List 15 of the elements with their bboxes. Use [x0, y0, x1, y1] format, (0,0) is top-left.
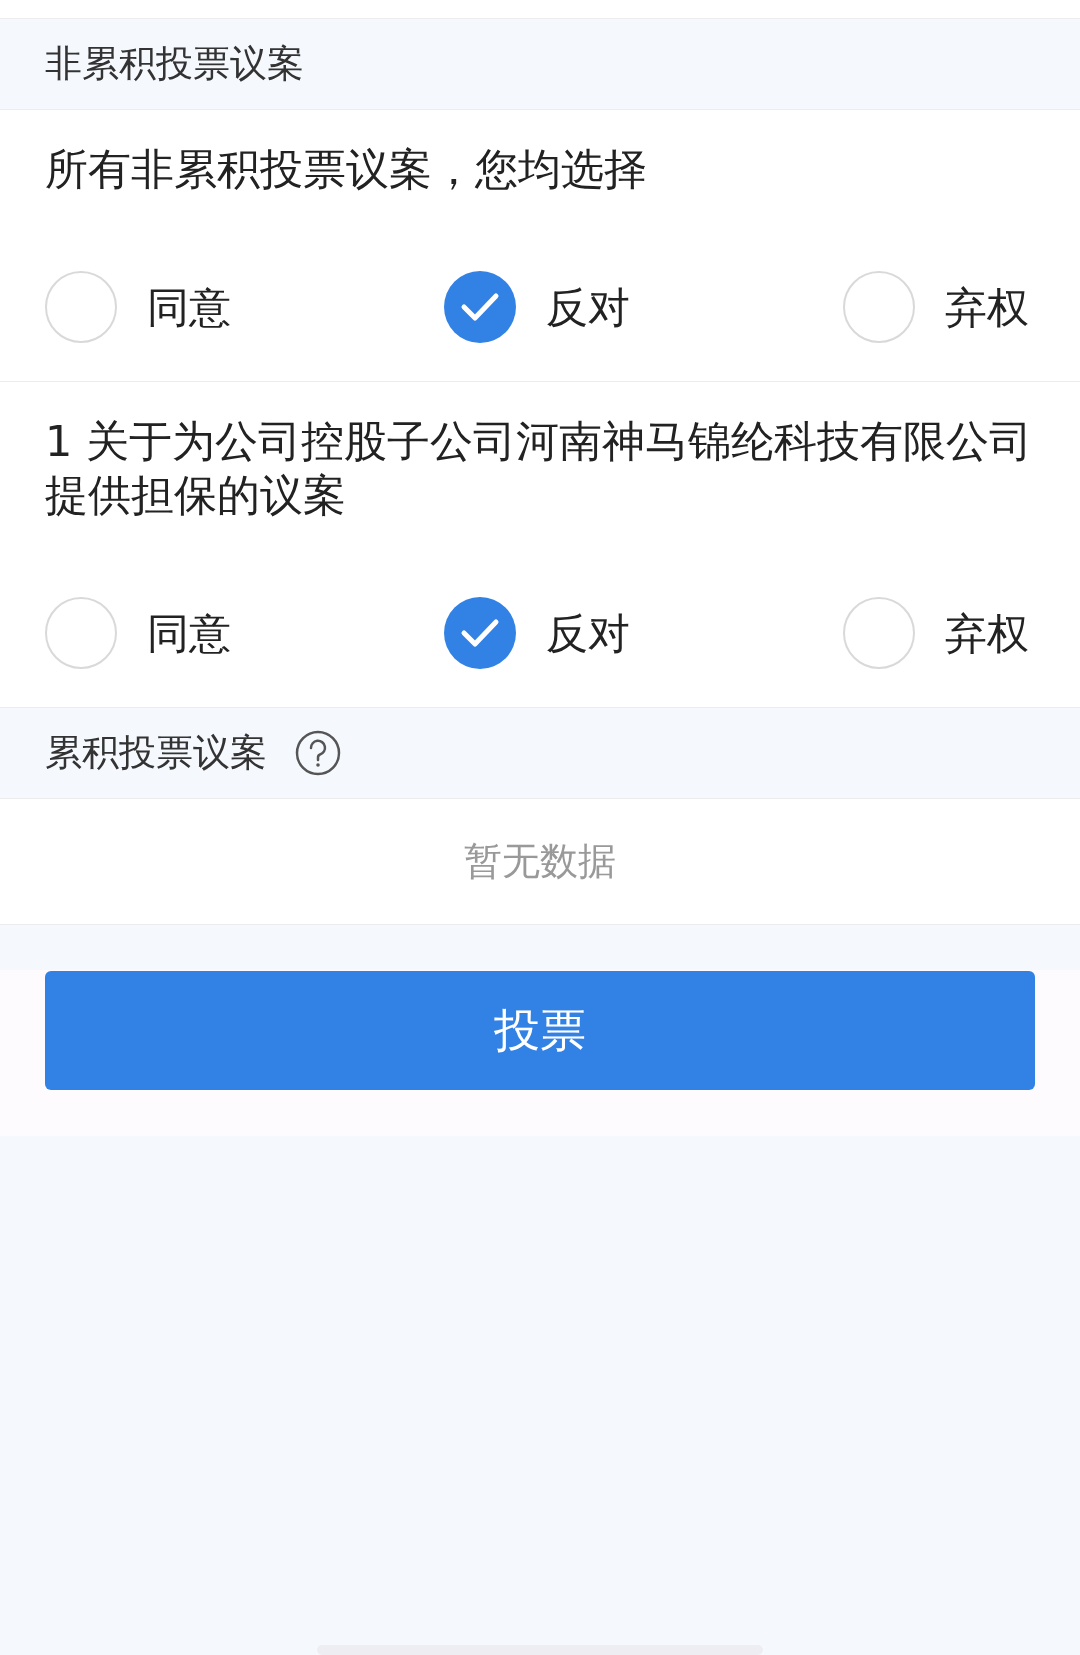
section-header: 累积投票议案 — [45, 730, 267, 777]
option-label[interactable]: 弃权 — [945, 601, 1029, 665]
checkmark-icon — [460, 618, 500, 648]
empty-message: 暂无数据 — [464, 838, 616, 885]
option-label[interactable]: 同意 — [147, 601, 231, 665]
checkmark-icon — [460, 292, 500, 322]
help-icon[interactable] — [295, 730, 341, 776]
proposal-title: 所有非累积投票议案，您均选择 — [45, 143, 648, 196]
option-label[interactable]: 弃权 — [945, 275, 1029, 339]
proposal-title: 1 关于为公司控股子公司河南神马锦纶科技有限公司提供担保的议案 — [45, 415, 1034, 522]
option-label[interactable]: 同意 — [147, 275, 231, 339]
option-label[interactable]: 反对 — [546, 275, 630, 339]
vote-button[interactable]: 投票 — [45, 971, 1035, 1090]
option-label[interactable]: 反对 — [546, 601, 630, 665]
section-header: 非累积投票议案 — [45, 41, 304, 88]
